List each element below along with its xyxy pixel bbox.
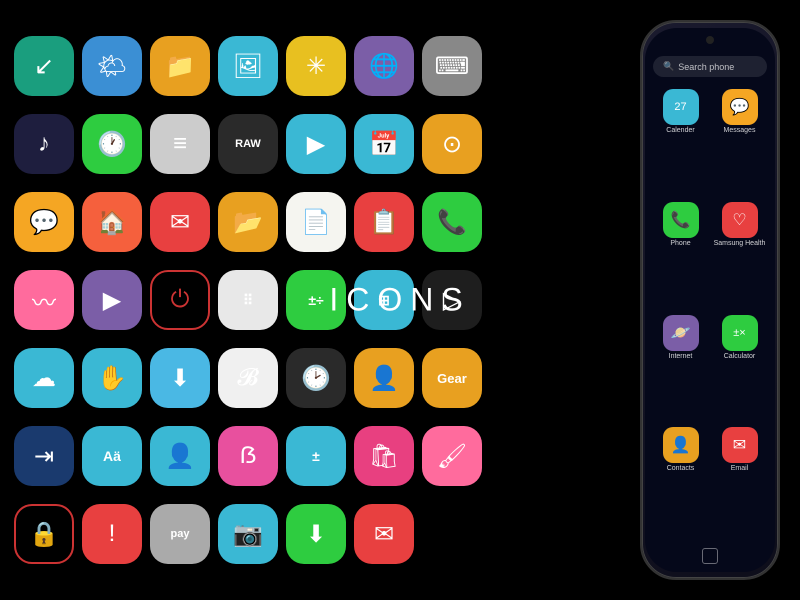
- app-icon-gesture[interactable]: ✋: [82, 348, 142, 408]
- app-icon-contacts[interactable]: 👤: [354, 348, 414, 408]
- phone-bottom-bar: [645, 540, 775, 572]
- phone-icons-grid: 27 Calender 💬 Messages 📞 Phone ♡ Samsung Health…: [645, 85, 775, 540]
- samsung-health-phone-icon: ♡: [722, 202, 758, 238]
- app-icon-keyboard[interactable]: ⌨: [422, 36, 482, 96]
- app-icon-my-files[interactable]: 📁: [150, 36, 210, 96]
- calculator-phone-label: Calculator: [724, 353, 756, 360]
- app-icon-clock[interactable]: 🕐: [82, 114, 142, 174]
- app-icon-calc[interactable]: ±: [286, 426, 346, 486]
- app-icon-clock[interactable]: 🕑: [286, 348, 346, 408]
- search-icon: 🔍: [663, 61, 674, 72]
- app-icon-internet[interactable]: 🌐: [354, 36, 414, 96]
- app-icon-cloud[interactable]: ☁: [14, 348, 74, 408]
- email-phone[interactable]: ✉ Email: [712, 427, 767, 536]
- phone-screen: 🔍 Search phone 27 Calender 💬 Messages 📞 Phone…: [645, 28, 775, 572]
- app-icon-weather[interactable]: 🌤: [82, 36, 142, 96]
- app-icon-email[interactable]: ✉: [150, 192, 210, 252]
- app-icon-apps[interactable]: ⠿: [218, 270, 278, 330]
- internet-phone[interactable]: 🪐 Internet: [653, 315, 708, 424]
- app-icon-gallery[interactable]: 🖼: [218, 36, 278, 96]
- app-icon-camera[interactable]: 📷: [218, 504, 278, 564]
- samsung-health-phone[interactable]: ♡ Samsung Health: [712, 202, 767, 311]
- app-icon-shop[interactable]: 🛍: [354, 426, 414, 486]
- app-icon-calendar[interactable]: 📅: [354, 114, 414, 174]
- calendar-phone[interactable]: 27 Calender: [653, 89, 708, 198]
- app-icon-messages[interactable]: 💬: [14, 192, 74, 252]
- internet-phone-label: Internet: [669, 353, 693, 360]
- contacts-phone[interactable]: 👤 Contacts: [653, 427, 708, 536]
- app-icon-galaxy[interactable]: ⊙: [422, 114, 482, 174]
- messages-phone[interactable]: 💬 Messages: [712, 89, 767, 198]
- app-icon-smart-home[interactable]: 🏠: [82, 192, 142, 252]
- email-phone-label: Email: [731, 465, 749, 472]
- app-icon-themes[interactable]: ✳: [286, 36, 346, 96]
- search-placeholder: Search phone: [678, 62, 734, 72]
- app-icon-music[interactable]: ♪: [14, 114, 74, 174]
- phone-phone-label: Phone: [670, 240, 690, 247]
- app-icon-files[interactable]: 📋: [354, 192, 414, 252]
- app-icon-power[interactable]: ⏻: [150, 270, 210, 330]
- contacts-phone-icon: 👤: [663, 427, 699, 463]
- app-icon-phone[interactable]: 📞: [422, 192, 482, 252]
- app-icon-memo[interactable]: 📄: [286, 192, 346, 252]
- calculator-phone[interactable]: ±× Calculator: [712, 315, 767, 424]
- messages-phone-label: Messages: [724, 127, 756, 134]
- icons-label: ICONS: [329, 282, 470, 319]
- calculator-phone-icon: ±×: [722, 315, 758, 351]
- app-icon-bixby[interactable]: ẞ: [218, 426, 278, 486]
- app-icon-edge[interactable]: ⇥: [14, 426, 74, 486]
- calendar-phone-icon: 27: [663, 89, 699, 125]
- app-icon-download[interactable]: ⬇: [286, 504, 346, 564]
- phone-search-bar[interactable]: 🔍 Search phone: [653, 56, 767, 77]
- phone-phone-icon: 📞: [663, 202, 699, 238]
- app-icon-remind[interactable]: !: [82, 504, 142, 564]
- app-icon-profile[interactable]: 👤: [150, 426, 210, 486]
- app-icon-phone[interactable]: ↙: [14, 36, 74, 96]
- app-icon-video[interactable]: ▶: [82, 270, 142, 330]
- app-icon-raw[interactable]: RAW: [218, 114, 278, 174]
- app-icon-pay[interactable]: pay: [150, 504, 210, 564]
- app-icon-folder[interactable]: 📂: [218, 192, 278, 252]
- app-icon-download[interactable]: ⬇: [150, 348, 210, 408]
- calendar-phone-label: Calender: [666, 127, 694, 134]
- app-icon-paint[interactable]: 🖌: [422, 426, 482, 486]
- contacts-phone-label: Contacts: [667, 465, 695, 472]
- phone-mockup: 🔍 Search phone 27 Calender 💬 Messages 📞 Phone…: [640, 20, 780, 580]
- messages-phone-icon: 💬: [722, 89, 758, 125]
- app-icon-mail[interactable]: ✉: [354, 504, 414, 564]
- email-phone-icon: ✉: [722, 427, 758, 463]
- phone-phone[interactable]: 📞 Phone: [653, 202, 708, 311]
- phone-camera: [706, 36, 714, 44]
- app-icon-secure[interactable]: 🔒: [14, 504, 74, 564]
- internet-phone-icon: 🪐: [663, 315, 699, 351]
- app-icon-bixby[interactable]: 𝓑: [218, 348, 278, 408]
- phone-home-button[interactable]: [702, 548, 718, 564]
- app-icon-font[interactable]: Aä: [82, 426, 142, 486]
- app-icon-sound[interactable]: 〰: [14, 270, 74, 330]
- samsung-health-phone-label: Samsung Health: [714, 240, 766, 247]
- app-icon-notes[interactable]: ≡: [150, 114, 210, 174]
- app-icon-video[interactable]: ▶: [286, 114, 346, 174]
- app-icon-gear[interactable]: Gear: [422, 348, 482, 408]
